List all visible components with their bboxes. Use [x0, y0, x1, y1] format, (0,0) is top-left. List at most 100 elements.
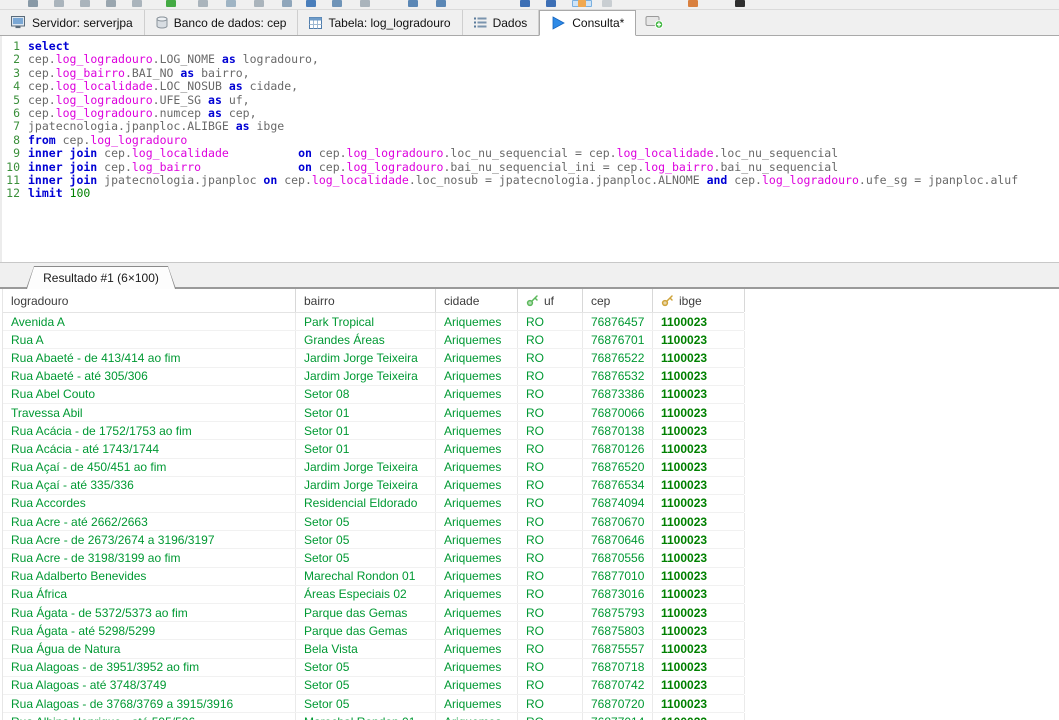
cell-ibge[interactable]: 1100023	[653, 640, 745, 657]
cell-bairro[interactable]: Residencial Eldorado	[296, 495, 436, 512]
cell-cep[interactable]: 76870556	[583, 549, 653, 566]
cell-uf[interactable]: RO	[518, 640, 583, 657]
table-row[interactable]: Rua Acre - até 2662/2663Setor 05Ariqueme…	[3, 513, 744, 531]
toolbar-button-fragment[interactable]	[28, 0, 38, 7]
cell-logradouro[interactable]: Rua Accordes	[3, 495, 296, 512]
cell-logradouro[interactable]: Rua Abaeté - até 305/306	[3, 368, 296, 385]
cell-ibge[interactable]: 1100023	[653, 531, 745, 548]
cell-cidade[interactable]: Ariquemes	[436, 513, 518, 530]
cell-logradouro[interactable]: Rua Alagoas - de 3768/3769 a 3915/3916	[3, 695, 296, 712]
column-header-bairro[interactable]: bairro	[296, 289, 436, 312]
table-row[interactable]: Rua AccordesResidencial EldoradoAriqueme…	[3, 495, 744, 513]
cell-cep[interactable]: 76873386	[583, 386, 653, 403]
cell-cidade[interactable]: Ariquemes	[436, 677, 518, 694]
table-row[interactable]: Rua Abaeté - de 413/414 ao fimJardim Jor…	[3, 349, 744, 367]
cell-uf[interactable]: RO	[518, 404, 583, 421]
cell-cidade[interactable]: Ariquemes	[436, 604, 518, 621]
cell-bairro[interactable]: Setor 05	[296, 659, 436, 676]
cell-logradouro[interactable]: Avenida A	[3, 313, 296, 330]
cell-ibge[interactable]: 1100023	[653, 349, 745, 366]
cell-ibge[interactable]: 1100023	[653, 622, 745, 639]
table-row[interactable]: Rua Ágata - de 5372/5373 ao fimParque da…	[3, 604, 744, 622]
cell-uf[interactable]: RO	[518, 313, 583, 330]
tab-query[interactable]: Consulta*	[539, 10, 636, 36]
cell-cep[interactable]: 76870718	[583, 659, 653, 676]
cell-ibge[interactable]: 1100023	[653, 386, 745, 403]
cell-bairro[interactable]: Bela Vista	[296, 640, 436, 657]
cell-logradouro[interactable]: Rua Água de Natura	[3, 640, 296, 657]
tab-table[interactable]: Tabela: log_logradouro	[298, 10, 462, 35]
cell-logradouro[interactable]: Rua Ágata - até 5298/5299	[3, 622, 296, 639]
cell-uf[interactable]: RO	[518, 695, 583, 712]
toolbar-button-fragment[interactable]	[360, 0, 370, 7]
cell-cidade[interactable]: Ariquemes	[436, 695, 518, 712]
cell-logradouro[interactable]: Rua Ágata - de 5372/5373 ao fim	[3, 604, 296, 621]
cell-bairro[interactable]: Setor 05	[296, 513, 436, 530]
cell-cep[interactable]: 76877010	[583, 568, 653, 585]
cell-cidade[interactable]: Ariquemes	[436, 622, 518, 639]
cell-uf[interactable]: RO	[518, 422, 583, 439]
toolbar-button-fragment[interactable]	[546, 0, 556, 7]
cell-logradouro[interactable]: Rua Abel Couto	[3, 386, 296, 403]
column-header-cep[interactable]: cep	[583, 289, 653, 312]
cell-bairro[interactable]: Jardim Jorge Teixeira	[296, 368, 436, 385]
cell-cep[interactable]: 76876520	[583, 459, 653, 476]
cell-uf[interactable]: RO	[518, 604, 583, 621]
toolbar-button-fragment[interactable]	[226, 0, 236, 7]
table-row[interactable]: Rua Ágata - até 5298/5299Parque das Gema…	[3, 622, 744, 640]
cell-uf[interactable]: RO	[518, 677, 583, 694]
cell-bairro[interactable]: Grandes Áreas	[296, 331, 436, 348]
toolbar-button-fragment[interactable]	[54, 0, 64, 7]
toolbar-button-fragment[interactable]	[688, 0, 698, 7]
toolbar-button-fragment[interactable]	[408, 0, 418, 7]
cell-cep[interactable]: 76876701	[583, 331, 653, 348]
cell-ibge[interactable]: 1100023	[653, 459, 745, 476]
cell-cidade[interactable]: Ariquemes	[436, 404, 518, 421]
cell-bairro[interactable]: Jardim Jorge Teixeira	[296, 349, 436, 366]
table-row[interactable]: Travessa AbilSetor 01AriquemesRO76870066…	[3, 404, 744, 422]
cell-logradouro[interactable]: Travessa Abil	[3, 404, 296, 421]
cell-ibge[interactable]: 1100023	[653, 440, 745, 457]
cell-cep[interactable]: 76870646	[583, 531, 653, 548]
cell-uf[interactable]: RO	[518, 568, 583, 585]
cell-logradouro[interactable]: Rua Alagoas - até 3748/3749	[3, 677, 296, 694]
tab-server[interactable]: Servidor: serverjpa	[0, 10, 145, 35]
cell-cep[interactable]: 76870720	[583, 695, 653, 712]
cell-bairro[interactable]: Setor 01	[296, 440, 436, 457]
cell-cidade[interactable]: Ariquemes	[436, 331, 518, 348]
cell-cep[interactable]: 76870670	[583, 513, 653, 530]
cell-uf[interactable]: RO	[518, 477, 583, 494]
cell-bairro[interactable]: Jardim Jorge Teixeira	[296, 459, 436, 476]
cell-cidade[interactable]: Ariquemes	[436, 477, 518, 494]
table-row[interactable]: Rua Açaí - de 450/451 ao fimJardim Jorge…	[3, 459, 744, 477]
table-row[interactable]: Rua Água de NaturaBela VistaAriquemesRO7…	[3, 640, 744, 658]
cell-bairro[interactable]: Jardim Jorge Teixeira	[296, 477, 436, 494]
toolbar-button-fragment[interactable]	[520, 0, 530, 7]
cell-logradouro[interactable]: Rua Acácia - até 1743/1744	[3, 440, 296, 457]
toolbar-button-fragment[interactable]	[282, 0, 292, 7]
column-header-logradouro[interactable]: logradouro	[3, 289, 296, 312]
cell-ibge[interactable]: 1100023	[653, 604, 745, 621]
cell-cidade[interactable]: Ariquemes	[436, 422, 518, 439]
new-query-tab-button[interactable]	[636, 10, 673, 35]
cell-cep[interactable]: 76876457	[583, 313, 653, 330]
cell-bairro[interactable]: Setor 05	[296, 695, 436, 712]
table-row[interactable]: Rua Acre - de 2673/2674 a 3196/3197Setor…	[3, 531, 744, 549]
table-row[interactable]: Rua AGrandes ÁreasAriquemesRO76876701110…	[3, 331, 744, 349]
table-row[interactable]: Rua Alagoas - até 3748/3749Setor 05Ariqu…	[3, 677, 744, 695]
cell-logradouro[interactable]: Rua Albina Henrique - até 595/596	[3, 713, 296, 720]
table-row[interactable]: Rua Adalberto BenevidesMarechal Rondon 0…	[3, 568, 744, 586]
cell-ibge[interactable]: 1100023	[653, 713, 745, 720]
toolbar-button-fragment[interactable]	[132, 0, 142, 7]
cell-uf[interactable]: RO	[518, 440, 583, 457]
sql-query-editor[interactable]: 1select2cep.log_logradouro.LOG_NOME as l…	[0, 36, 1059, 262]
tab-data[interactable]: Dados	[463, 10, 540, 35]
cell-uf[interactable]: RO	[518, 713, 583, 720]
cell-cep[interactable]: 76873016	[583, 586, 653, 603]
cell-bairro[interactable]: Áreas Especiais 02	[296, 586, 436, 603]
cell-uf[interactable]: RO	[518, 659, 583, 676]
cell-cep[interactable]: 76875793	[583, 604, 653, 621]
cell-cep[interactable]: 76870126	[583, 440, 653, 457]
cell-bairro[interactable]: Setor 01	[296, 404, 436, 421]
cell-uf[interactable]: RO	[518, 331, 583, 348]
